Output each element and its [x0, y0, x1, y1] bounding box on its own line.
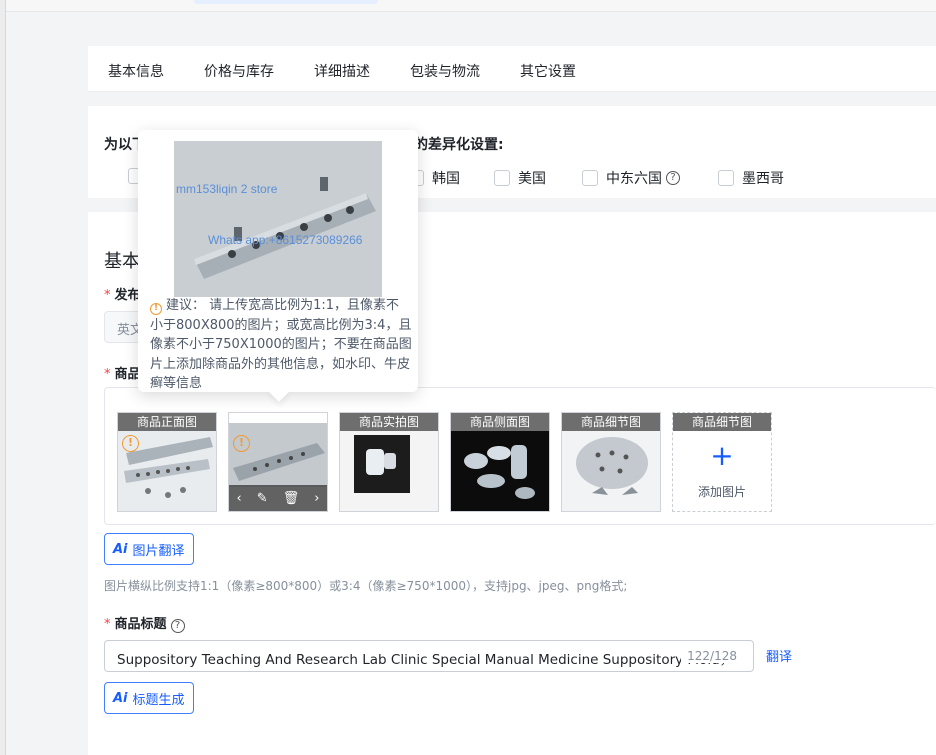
- top-bar: [6, 0, 936, 12]
- warning-icon[interactable]: !: [122, 435, 139, 452]
- country-option-usa[interactable]: 美国: [494, 168, 546, 188]
- tab-description[interactable]: 详细描述: [314, 61, 370, 81]
- svg-text:mm153liqin 2 store: mm153liqin 2 store: [176, 182, 278, 196]
- images-label: * 商品: [104, 367, 141, 382]
- svg-text:Whats app:+8615273089266: Whats app:+8615273089266: [208, 233, 363, 247]
- ai-icon: Ai: [113, 690, 128, 706]
- chevron-right-icon[interactable]: ›: [314, 491, 319, 506]
- chevron-left-icon[interactable]: ‹: [237, 491, 242, 506]
- char-count: 122/128: [681, 649, 737, 663]
- image-slot-detail[interactable]: 商品细节图: [561, 412, 661, 512]
- help-icon[interactable]: ?: [666, 171, 680, 185]
- add-image-button[interactable]: 商品细节图 + 添加图片: [672, 412, 772, 512]
- title-label: * 商品标题?: [104, 613, 185, 633]
- warning-icon: !: [150, 303, 162, 315]
- section-title: 基本: [104, 251, 140, 272]
- publish-label: * 发布: [104, 288, 141, 303]
- plus-icon: +: [710, 439, 734, 472]
- title-generate-button[interactable]: Ai 标题生成: [104, 682, 194, 714]
- image-slot-side[interactable]: 商品侧面图: [450, 412, 550, 512]
- image-format-hint: 图片横纵比例支持1:1（像素≥800*800）或3:4（像素≥750*1000）…: [104, 579, 628, 593]
- tab-packaging[interactable]: 包装与物流: [410, 61, 480, 81]
- image-preview-popover: mm153liqin 2 store Whats app:+8615273089…: [138, 130, 418, 392]
- image-slot-real[interactable]: 商品实拍图: [339, 412, 439, 512]
- image-translate-button[interactable]: Ai 图片翻译: [104, 533, 194, 565]
- country-option-mexico[interactable]: 墨西哥: [718, 168, 784, 188]
- preview-image: mm153liqin 2 store Whats app:+8615273089…: [174, 141, 382, 297]
- warning-icon[interactable]: !: [233, 435, 250, 452]
- checkbox[interactable]: [582, 170, 598, 186]
- ai-icon: Ai: [113, 541, 128, 557]
- left-gutter: [0, 0, 6, 755]
- edit-icon[interactable]: ✎: [257, 491, 268, 506]
- country-option-middle-east[interactable]: 中东六国?: [582, 168, 680, 188]
- image-slot-2[interactable]: ! ‹ ✎ 🗑 ›: [228, 412, 328, 512]
- title-translate-link[interactable]: 翻译: [766, 646, 792, 665]
- checkbox[interactable]: [718, 170, 734, 186]
- checkbox[interactable]: [494, 170, 510, 186]
- image-upload-area: 商品正面图 ! ! ‹ ✎ 🗑 › 商品实拍图 商品侧面图 商品细节图 商品细节…: [104, 387, 936, 525]
- product-title-input[interactable]: Suppository Teaching And Research Lab Cl…: [104, 640, 754, 672]
- tab-basic-info[interactable]: 基本信息: [108, 61, 164, 81]
- image-toolbar: ‹ ✎ 🗑 ›: [229, 485, 327, 511]
- active-top-tab[interactable]: [194, 0, 378, 4]
- image-slot-front[interactable]: 商品正面图 !: [117, 412, 217, 512]
- section-tabs: 基本信息 价格与库存 详细描述 包装与物流 其它设置: [88, 46, 936, 92]
- product-preview: mm153liqin 2 store Whats app:+8615273089…: [174, 141, 382, 297]
- image-advice-text: ! 建议： 请上传宽高比例为1:1，且像素不小于800X800的图片；或宽高比例为…: [150, 298, 412, 391]
- trash-icon[interactable]: 🗑: [283, 491, 300, 506]
- help-icon[interactable]: ?: [170, 619, 185, 633]
- tab-other-settings[interactable]: 其它设置: [520, 61, 576, 81]
- tab-price-stock[interactable]: 价格与库存: [204, 61, 274, 81]
